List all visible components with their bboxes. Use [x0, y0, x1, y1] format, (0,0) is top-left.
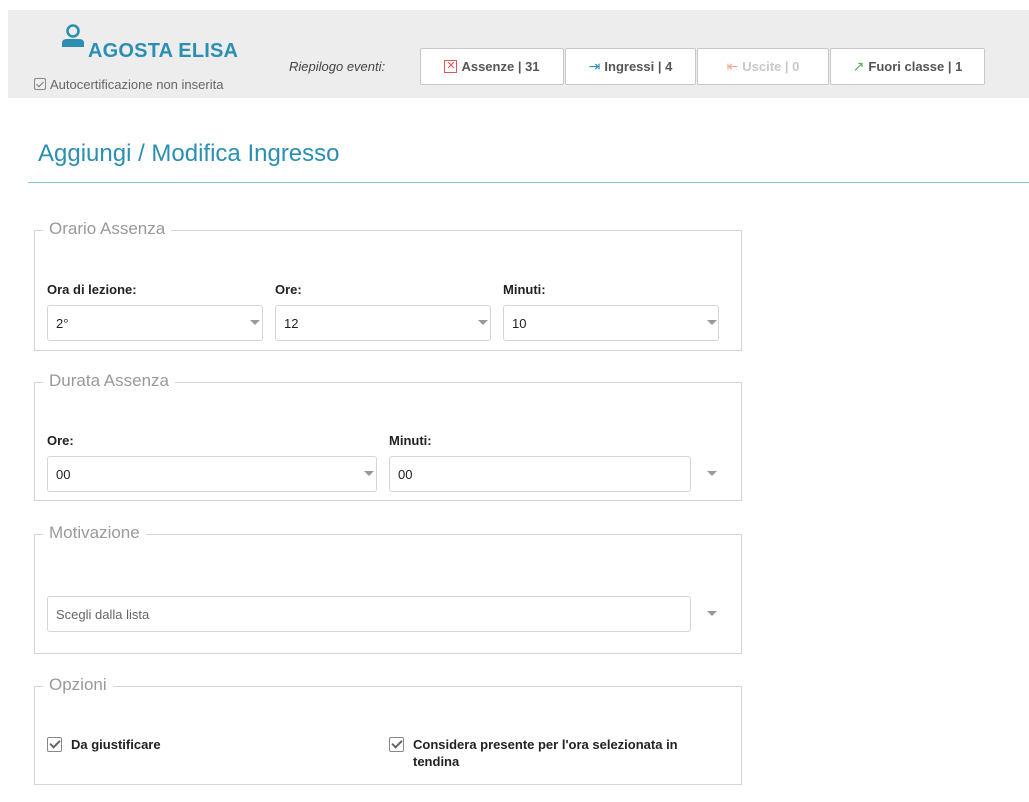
considera-line-2: tendina	[413, 754, 460, 769]
chevron-down-icon[interactable]	[478, 320, 488, 325]
durata-ore-value: 00	[56, 467, 71, 482]
durata-minuti-label: Minuti:	[389, 433, 432, 448]
chevron-down-icon[interactable]	[707, 611, 717, 616]
sign-in-icon: ⇥	[588, 58, 601, 74]
ora-lezione-select[interactable]: 2°	[47, 305, 263, 341]
external-link-icon: ↗	[852, 58, 865, 74]
orario-legend: Orario Assenza	[43, 219, 172, 239]
motivazione-section: Motivazione Scegli dalla lista	[34, 523, 742, 654]
chevron-down-icon[interactable]	[364, 471, 374, 476]
durata-assenza-section: Durata Assenza Ore: 00 Minuti: 00	[34, 371, 742, 501]
uscite-button: ⇤ Uscite | 0	[697, 48, 829, 85]
considera-line-1: Considera presente per l'ora selezionata…	[413, 737, 678, 752]
considera-presente-label[interactable]: Considera presente per l'ora selezionata…	[413, 736, 678, 770]
motivazione-placeholder: Scegli dalla lista	[56, 607, 150, 622]
ingressi-label: Ingressi | 4	[604, 59, 673, 74]
autocert-status: Autocertificazione non inserita	[34, 77, 223, 92]
durata-minuti-select[interactable]: 00	[389, 456, 691, 492]
durata-ore-select[interactable]: 00	[47, 456, 377, 492]
page: AGOSTA ELISA Autocertificazione non inse…	[0, 0, 1029, 802]
riepilogo-label: Riepilogo eventi:	[289, 59, 386, 74]
checkbox-icon	[34, 78, 46, 90]
opzioni-legend: Opzioni	[43, 675, 113, 695]
chevron-down-icon[interactable]	[707, 320, 717, 325]
student-name[interactable]: AGOSTA ELISA	[88, 40, 238, 63]
student-header: AGOSTA ELISA Autocertificazione non inse…	[8, 10, 1029, 98]
durata-ore-label: Ore:	[47, 433, 74, 448]
assenze-button[interactable]: ✕ Assenze | 31	[420, 48, 564, 85]
ore-value: 12	[284, 316, 299, 331]
user-icon	[62, 24, 84, 47]
considera-presente-checkbox[interactable]	[389, 737, 404, 752]
title-divider	[28, 182, 1029, 183]
minuti-value: 10	[512, 316, 527, 331]
fuori-classe-button[interactable]: ↗ Fuori classe | 1	[830, 48, 985, 85]
ora-lezione-value: 2°	[56, 316, 69, 331]
motivazione-select[interactable]: Scegli dalla lista	[47, 596, 691, 632]
da-giustificare-checkbox[interactable]	[47, 737, 62, 752]
ingressi-button[interactable]: ⇥ Ingressi | 4	[565, 48, 696, 85]
orario-assenza-section: Orario Assenza Ora di lezione: 2° Ore: 1…	[34, 219, 742, 351]
minuti-label: Minuti:	[503, 282, 546, 297]
autocert-label: Autocertificazione non inserita	[50, 77, 224, 92]
durata-minuti-value: 00	[398, 467, 413, 482]
ore-label: Ore:	[275, 282, 302, 297]
assenze-label: Assenze | 31	[461, 59, 540, 74]
page-title: Aggiungi / Modifica Ingresso	[38, 140, 340, 167]
fuori-classe-label: Fuori classe | 1	[868, 59, 963, 74]
motivazione-legend: Motivazione	[43, 523, 146, 543]
sign-out-icon: ⇤	[726, 58, 739, 74]
opzioni-section: Opzioni Da giustificare Considera presen…	[34, 675, 742, 785]
chevron-down-icon[interactable]	[250, 320, 260, 325]
ora-lezione-label: Ora di lezione:	[47, 282, 137, 297]
uscite-label: Uscite | 0	[742, 59, 800, 74]
x-box-icon: ✕	[444, 60, 458, 73]
durata-legend: Durata Assenza	[43, 371, 176, 391]
chevron-down-icon[interactable]	[707, 471, 717, 476]
ore-select[interactable]: 12	[275, 305, 491, 341]
da-giustificare-label[interactable]: Da giustificare	[71, 736, 161, 753]
minuti-select[interactable]: 10	[503, 305, 719, 341]
